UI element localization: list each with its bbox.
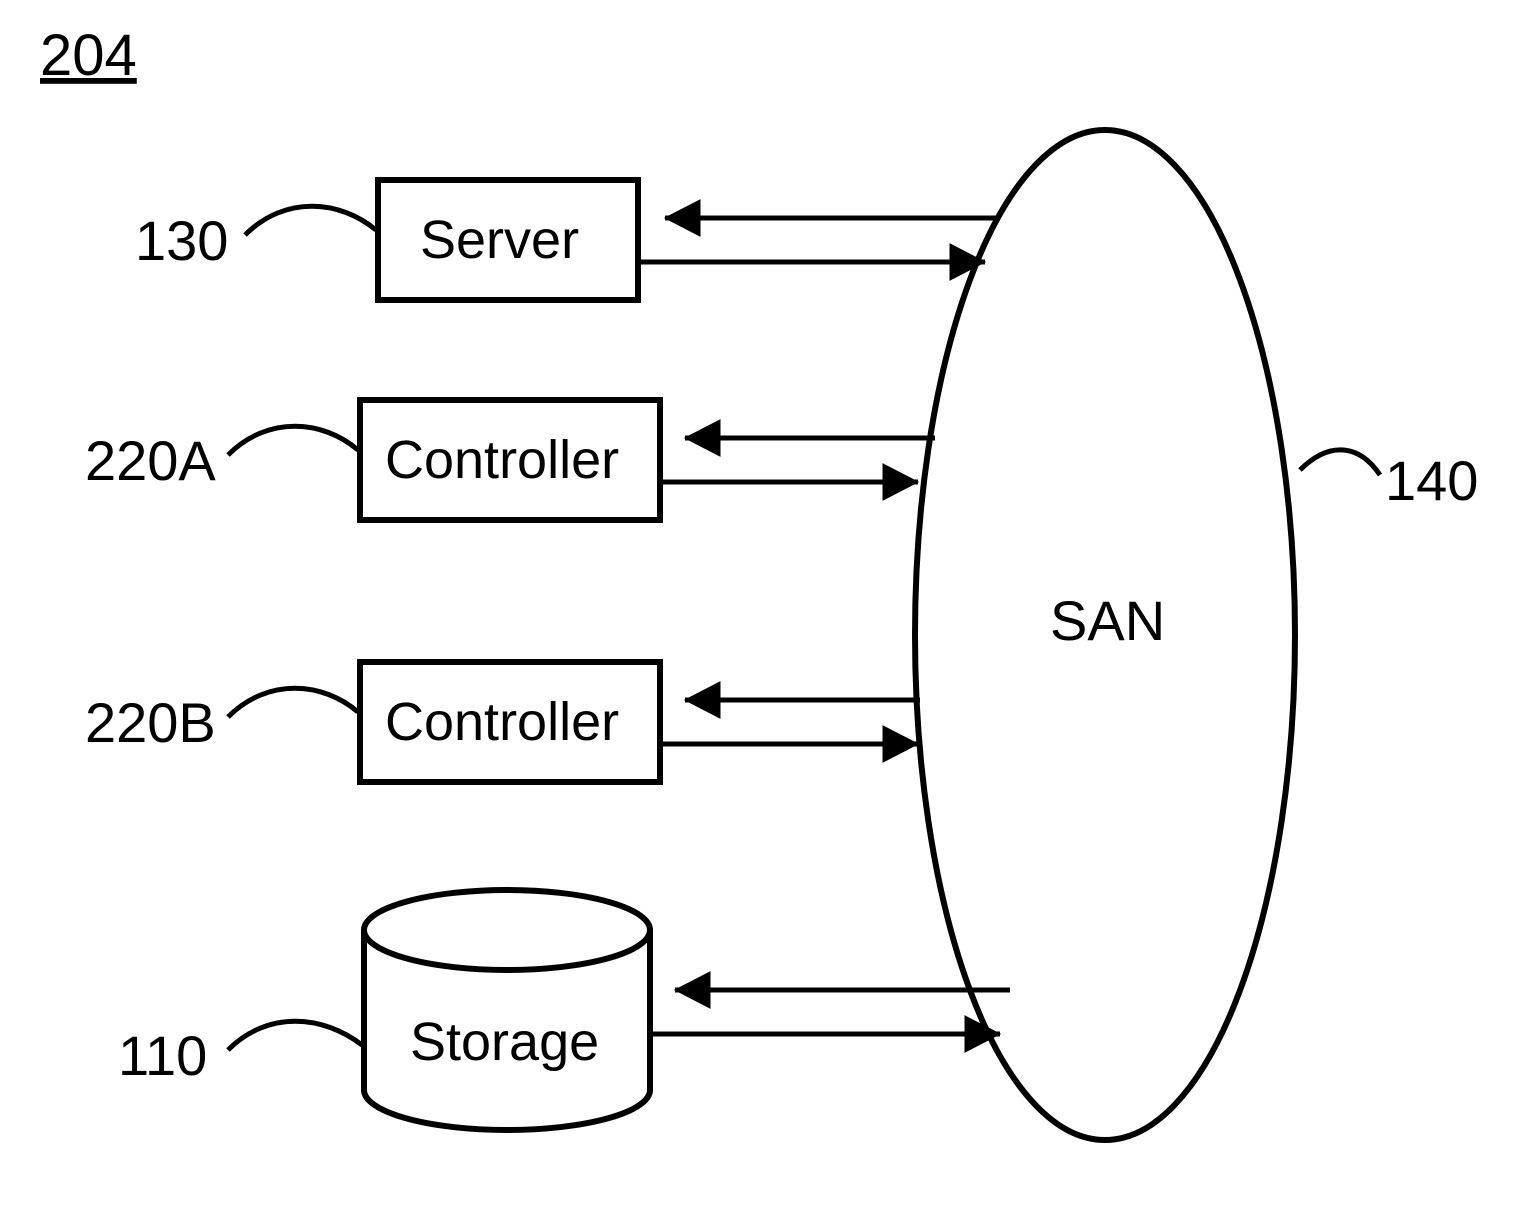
controller-a-text: Controller — [385, 430, 619, 490]
arrowhead-controller-a-to-san — [883, 464, 918, 500]
storage-ref-leader — [228, 1021, 362, 1050]
storage-cylinder — [364, 890, 650, 1130]
san-ref-leader — [1300, 450, 1380, 475]
server-text: Server — [420, 210, 579, 270]
arrowhead-controller-b-to-san — [883, 726, 918, 762]
arrowhead-san-to-server — [665, 200, 700, 236]
arrowhead-san-to-storage — [675, 972, 710, 1008]
san-label: SAN — [1050, 589, 1165, 652]
server-ref-label: 130 — [135, 209, 228, 272]
server-ref-leader — [245, 206, 376, 235]
storage-ref-label: 110 — [118, 1024, 207, 1087]
figure-ref: 204 — [40, 23, 137, 88]
controller-b-text: Controller — [385, 692, 619, 752]
san-ref-label: 140 — [1385, 449, 1478, 512]
arrowhead-san-to-controller-a — [685, 420, 720, 456]
controller-b-ref-leader — [228, 688, 358, 717]
storage-text: Storage — [410, 1012, 599, 1072]
controller-a-ref-label: 220A — [85, 429, 216, 492]
arrowhead-san-to-controller-b — [685, 682, 720, 718]
controller-b-ref-label: 220B — [85, 691, 216, 754]
controller-a-ref-leader — [228, 426, 358, 455]
